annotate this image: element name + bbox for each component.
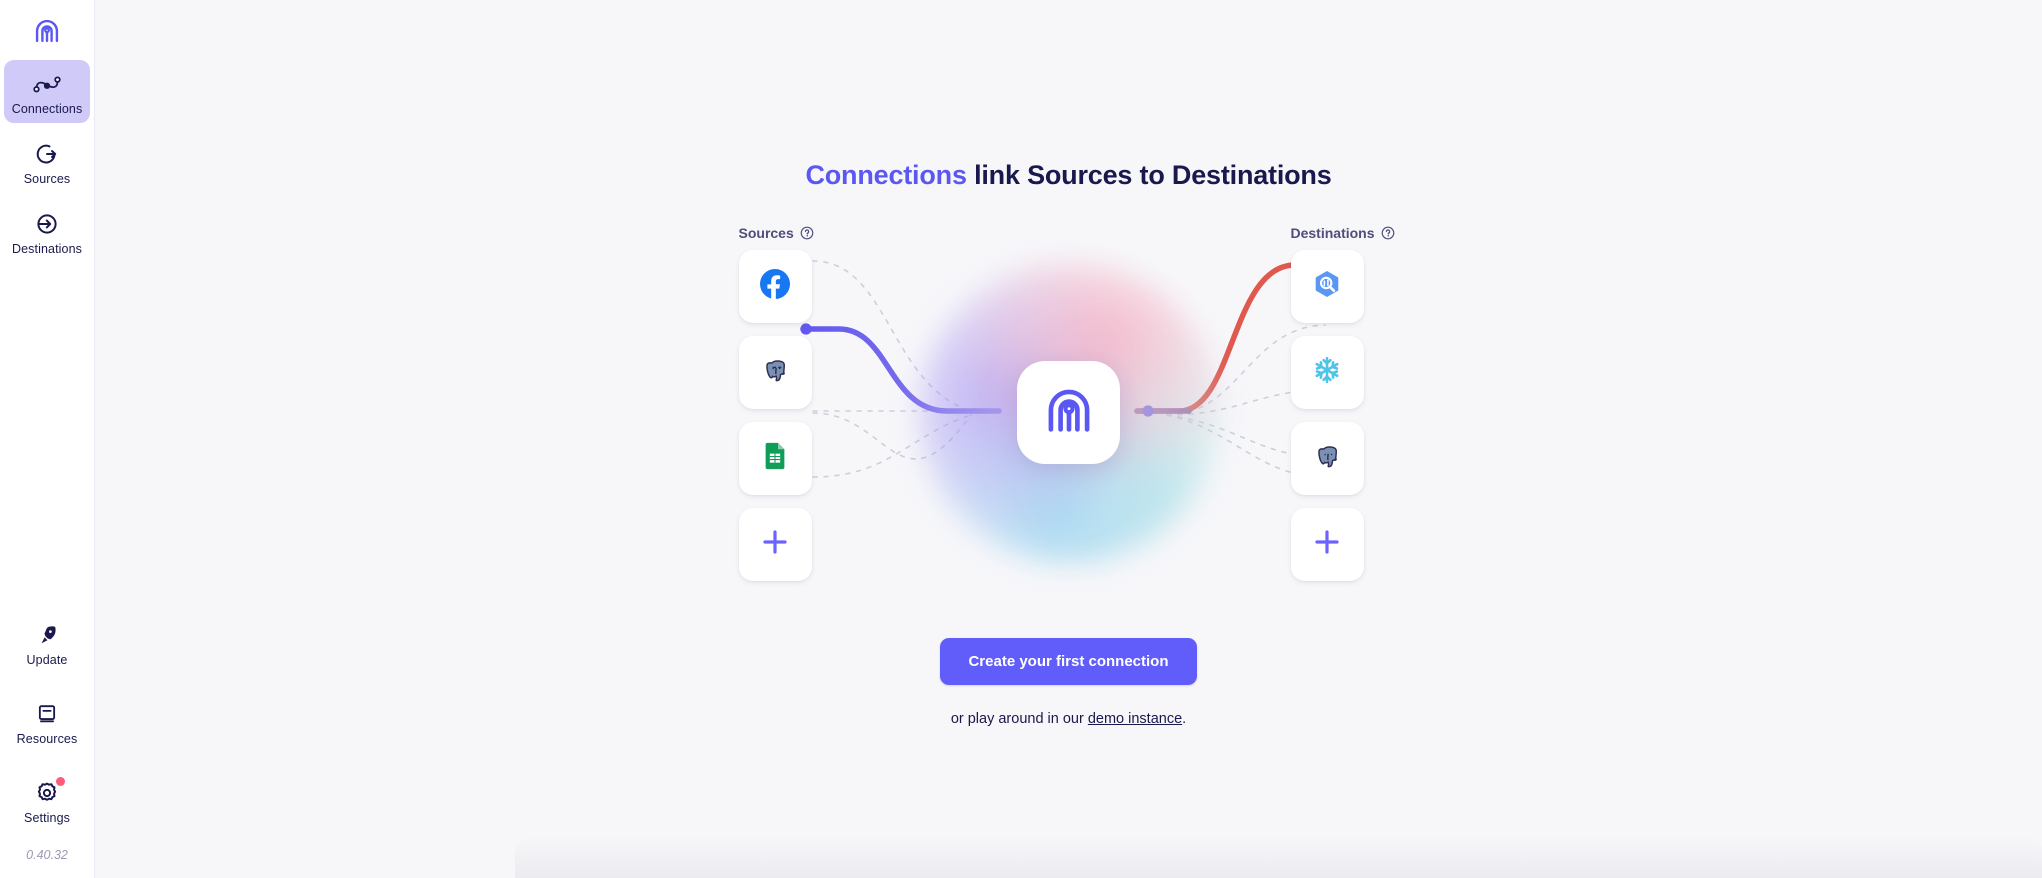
add-source-button[interactable] (738, 508, 812, 581)
destinations-node-column (1290, 250, 1364, 594)
sidebar-item-settings[interactable]: Settings (4, 769, 90, 832)
postgresql-icon (1311, 440, 1343, 477)
cta-section: Create your first connection or play aro… (95, 638, 2042, 727)
sidebar-item-destinations[interactable]: Destinations (4, 200, 90, 263)
airbyte-logo-icon (1038, 379, 1100, 446)
settings-notification-badge (56, 777, 65, 786)
sidebar-item-label: Sources (23, 172, 71, 186)
sidebar-item-resources[interactable]: Resources (4, 690, 90, 753)
connections-icon (33, 69, 61, 99)
page-title-rest: link Sources to Destinations (966, 160, 1332, 190)
empty-state-page: Connections link Sources to Destinations (95, 0, 2042, 878)
sidebar-bottom-group: Update Resources Settings 0.40.32 (4, 611, 90, 878)
page-title: Connections link Sources to Destinations (95, 160, 2042, 191)
source-node-facebook[interactable] (738, 250, 812, 323)
sidebar-item-label: Update (26, 653, 68, 667)
demo-prefix: or play around in our (950, 711, 1088, 727)
google-sheets-icon (760, 441, 790, 476)
create-first-connection-button[interactable]: Create your first connection (940, 638, 1197, 685)
snowflake-icon (1311, 354, 1343, 391)
destination-node-snowflake[interactable] (1290, 336, 1364, 409)
sources-node-column (738, 250, 812, 594)
connection-graph: Sources Destinations (738, 225, 1399, 600)
sidebar: Connections Sources Destinations Update … (0, 0, 95, 878)
demo-instance-link[interactable]: demo instance (1088, 711, 1182, 727)
facebook-icon (759, 268, 791, 305)
center-node-airbyte[interactable] (1017, 361, 1120, 464)
destinations-icon (35, 209, 59, 239)
add-destination-button[interactable] (1290, 508, 1364, 581)
sidebar-item-label: Settings (24, 811, 70, 825)
rocket-icon (36, 620, 58, 650)
airbyte-logo-icon (30, 14, 64, 48)
destination-node-postgres[interactable] (1290, 422, 1364, 495)
book-icon (36, 699, 58, 729)
source-node-google-sheets[interactable] (738, 422, 812, 495)
sidebar-item-sources[interactable]: Sources (4, 130, 90, 193)
sidebar-item-label: Connections (11, 102, 83, 116)
sidebar-item-update[interactable]: Update (4, 611, 90, 674)
destination-node-bigquery[interactable] (1290, 250, 1364, 323)
bottom-panel-edge (515, 836, 2042, 878)
page-title-accent: Connections (805, 160, 967, 190)
brand-logo[interactable] (0, 14, 95, 48)
edge-source-dot (799, 323, 812, 335)
demo-instance-text: or play around in our demo instance. (95, 711, 2042, 727)
sources-icon (35, 139, 59, 169)
active-edge-source (799, 326, 1002, 414)
edge-destination-dot (1141, 405, 1154, 417)
bigquery-icon (1311, 268, 1343, 305)
demo-suffix: . (1182, 711, 1187, 727)
app-root: Connections Sources Destinations Update … (0, 0, 2042, 878)
version-label: 0.40.32 (26, 848, 68, 862)
plus-icon (761, 528, 789, 561)
sidebar-item-label: Resources (16, 732, 78, 746)
main-content: Connections link Sources to Destinations (95, 0, 2042, 878)
plus-icon (1313, 528, 1341, 561)
postgresql-icon (759, 354, 791, 391)
sidebar-item-label: Destinations (12, 242, 82, 256)
sidebar-item-connections[interactable]: Connections (4, 60, 90, 123)
source-node-postgres[interactable] (738, 336, 812, 409)
